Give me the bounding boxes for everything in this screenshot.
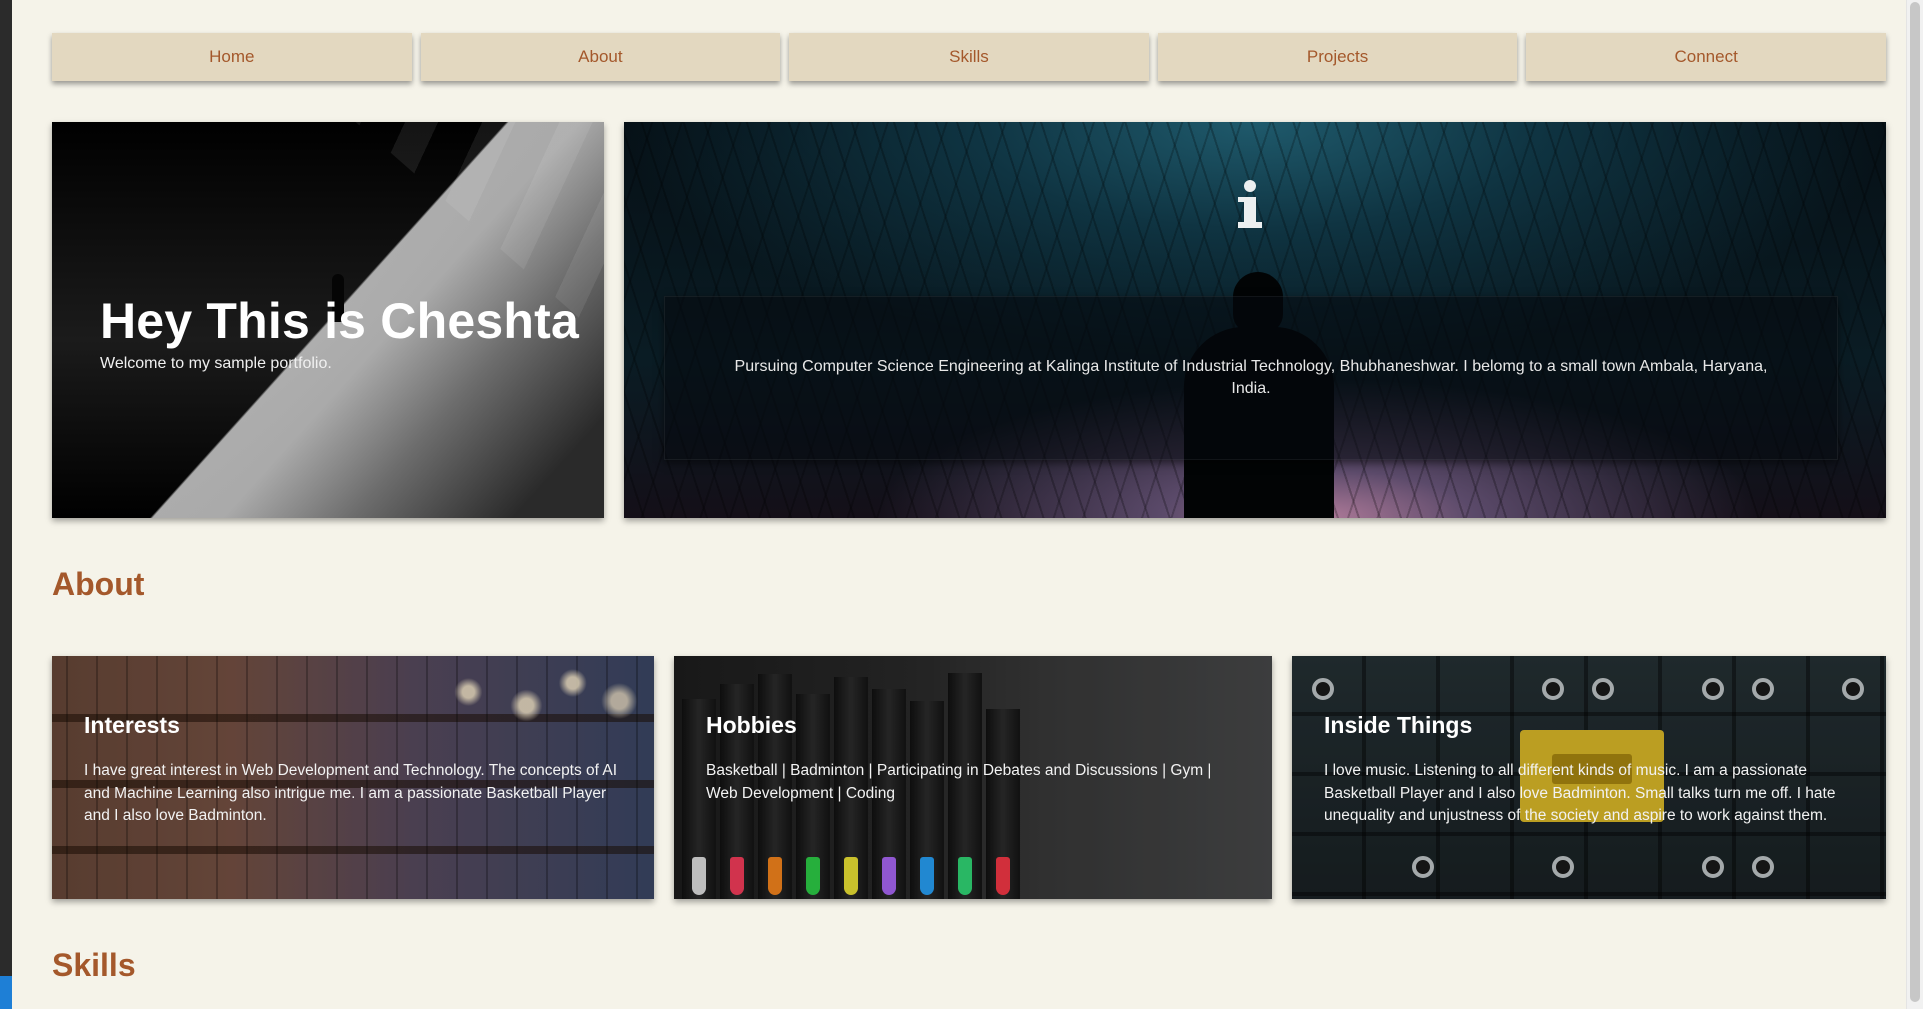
info-icon: [1235, 180, 1265, 236]
hero-info-card: Pursuing Computer Science Engineering at…: [624, 122, 1886, 518]
scrollbar-thumb[interactable]: [1910, 2, 1920, 1002]
interests-card: Interests I have great interest in Web D…: [52, 656, 654, 899]
nav-about-button[interactable]: About: [420, 33, 781, 81]
page-scrollbar[interactable]: [1906, 0, 1923, 1009]
info-text-box: Pursuing Computer Science Engineering at…: [664, 296, 1838, 460]
inside-things-title: Inside Things: [1324, 712, 1473, 738]
skills-heading: Skills: [52, 947, 136, 983]
hobbies-card: Hobbies Basketball | Badminton | Partici…: [674, 656, 1272, 899]
window-edge-left: [0, 0, 12, 1009]
hero-intro-card: Hey This is Cheshta Welcome to my sample…: [52, 122, 604, 518]
inside-things-card: Inside Things I love music. Listening to…: [1292, 656, 1886, 899]
inside-things-text: I love music. Listening to all different…: [1324, 762, 1836, 824]
hobbies-text: Basketball | Badminton | Participating i…: [706, 762, 1212, 802]
nav-connect-button[interactable]: Connect: [1526, 33, 1886, 81]
interests-title: Interests: [84, 712, 180, 738]
nav-skills-button[interactable]: Skills: [789, 33, 1149, 81]
hobbies-title: Hobbies: [706, 712, 797, 738]
taskbar-edge: [0, 976, 12, 1009]
info-text: Pursuing Computer Science Engineering at…: [734, 358, 1768, 397]
nav-projects-button[interactable]: Projects: [1157, 33, 1518, 81]
portfolio-page: Home About Skills Projects Connect Hey T…: [12, 0, 1906, 1009]
hero-title: Hey This is Cheshta: [100, 293, 579, 349]
top-navigation: Home About Skills Projects Connect: [52, 33, 1886, 81]
interests-text: I have great interest in Web Development…: [84, 762, 618, 824]
hero-subtitle: Welcome to my sample portfolio.: [100, 355, 332, 372]
nav-home-button[interactable]: Home: [52, 33, 412, 81]
about-heading: About: [52, 566, 145, 602]
